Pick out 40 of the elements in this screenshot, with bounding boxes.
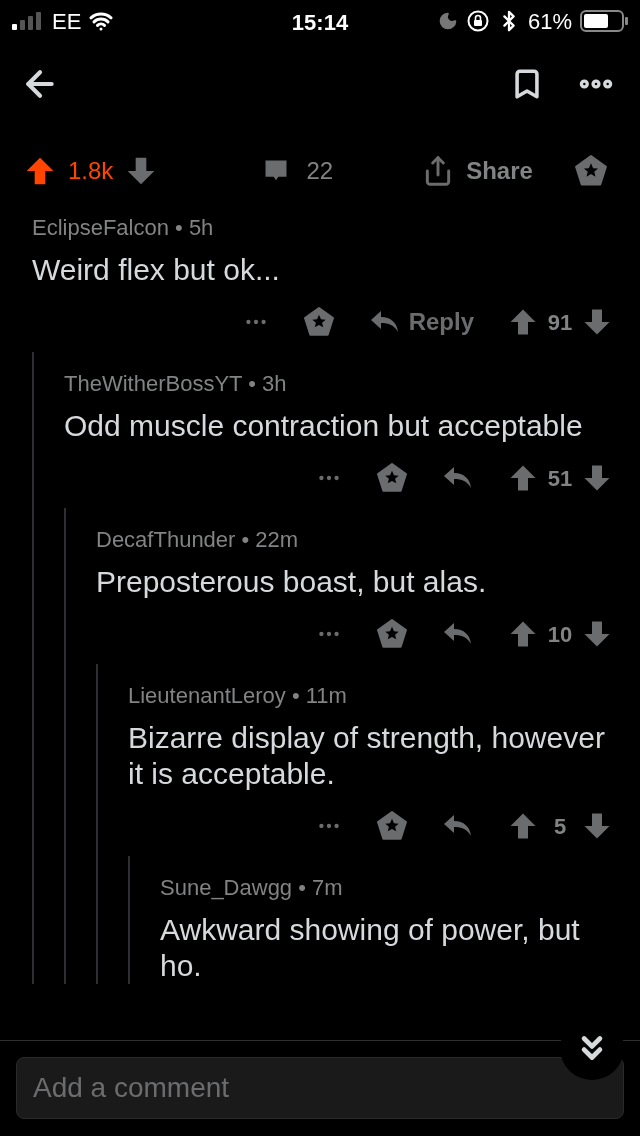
- comment-text: Bizarre display of strength, however it is acceptable.: [128, 720, 606, 792]
- comment-byline: DecafThunder • 22m: [96, 526, 300, 554]
- award-icon[interactable]: [376, 810, 408, 842]
- share-button[interactable]: Share: [422, 153, 533, 189]
- comment-text: Awkward showing of power, but ho.: [160, 912, 581, 984]
- battery-icon: [580, 10, 628, 32]
- comment-byline: Sune_Dawgg • 7m: [160, 874, 344, 902]
- comment-text: Odd muscle contraction but acceptable: [64, 408, 584, 444]
- comment-byline: EclipseFalcon • 5h: [32, 214, 215, 242]
- signal-icon: [12, 12, 44, 30]
- downvote-icon[interactable]: [582, 811, 612, 841]
- comment-text: Preposterous boast, but alas.: [96, 564, 488, 600]
- comment-field[interactable]: Add a comment: [16, 1057, 624, 1119]
- comment-byline: LieutenantLeroy • 11m: [128, 682, 348, 710]
- rotation-lock-icon: [465, 9, 490, 33]
- vote-count: 51: [546, 464, 574, 493]
- reply-button[interactable]: Reply: [368, 304, 474, 340]
- post-score: 1.8k: [68, 156, 114, 186]
- upvote-icon[interactable]: [508, 307, 538, 337]
- comment-text: Weird flex but ok...: [32, 252, 281, 288]
- upvote-icon[interactable]: [508, 811, 538, 841]
- upvote-icon[interactable]: [508, 619, 538, 649]
- clock: 15:14: [291, 9, 349, 37]
- award-icon[interactable]: [573, 154, 608, 188]
- downvote-icon[interactable]: [582, 619, 612, 649]
- vote-count: 5: [552, 812, 568, 841]
- award-icon[interactable]: [376, 618, 408, 650]
- upvote-icon[interactable]: [24, 155, 56, 187]
- vote-count: 91: [546, 308, 574, 337]
- vote-count: 10: [546, 620, 574, 649]
- carrier-name: EE: [52, 7, 82, 36]
- moon-icon: [437, 11, 458, 31]
- upvote-icon[interactable]: [508, 463, 538, 493]
- downvote-icon[interactable]: [582, 463, 612, 493]
- downvote-icon[interactable]: [582, 307, 612, 337]
- award-icon[interactable]: [302, 306, 335, 338]
- comments-button[interactable]: 22: [262, 153, 334, 189]
- comment-byline: TheWitherBossYT • 3h: [64, 370, 288, 398]
- award-icon[interactable]: [376, 462, 408, 494]
- battery-percent: 61%: [527, 7, 572, 36]
